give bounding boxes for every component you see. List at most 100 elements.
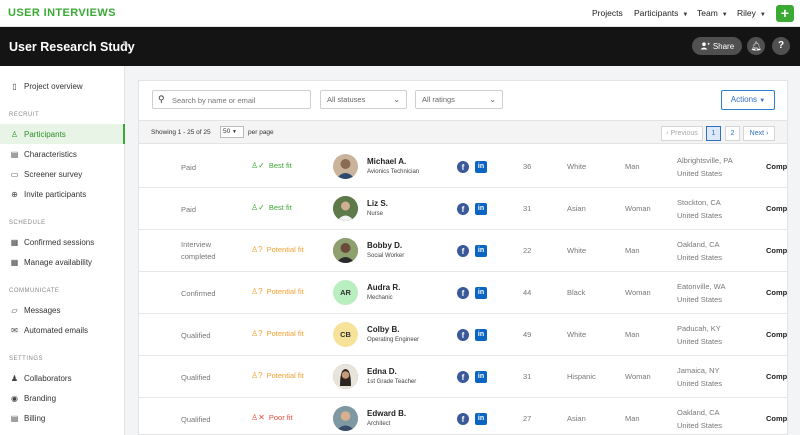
sidebar-item-messages[interactable]: ▱ Messages [0,300,125,320]
facebook-icon[interactable]: f [457,329,469,341]
sidebar-item-collaborators[interactable]: ♟ Collaborators [0,368,125,388]
previous-page-button[interactable]: ‹ Previous [661,126,703,141]
person-photo-icon [336,159,355,179]
help-button[interactable]: ? [772,37,790,55]
race: Asian [567,414,586,423]
sidebar-item-overview[interactable]: ▯ Project overview [0,76,125,96]
sidebar-section-communicate: COMMUNICATE [9,288,60,294]
fit-label: Potential fit [266,329,304,338]
facebook-icon[interactable]: f [457,203,469,215]
ratings-filter[interactable]: All ratings ⌄ [415,90,503,109]
linkedin-icon[interactable]: in [475,287,487,299]
avatar[interactable] [333,196,358,221]
linkedin-icon[interactable]: in [475,329,487,341]
city: Oakland, CA [677,408,720,417]
linkedin-icon[interactable]: in [475,245,487,257]
status-text: Paid [181,163,197,172]
table-row[interactable]: Paid ♙✓ Best fit Liz S. Nurse f in 31 Asi… [139,188,788,230]
chevron-down-icon: ▼ [759,12,766,18]
caret-down-icon: ▼ [759,98,766,104]
search-input[interactable] [172,93,307,107]
facebook-icon[interactable]: f [457,161,469,173]
linkedin-icon[interactable]: in [475,203,487,215]
avatar[interactable]: CB [333,322,358,347]
fit-rating[interactable]: ♙✕ Poor fit [251,413,293,422]
participant-name[interactable]: Michael A. [367,157,406,166]
app-logo[interactable]: USER INTERVIEWS [8,7,116,19]
sidebar-item-availability[interactable]: ▦ Manage availability [0,252,125,272]
nav-user-menu[interactable]: Riley ▼ [737,8,766,18]
fit-rating[interactable]: ♙? Potential fit [251,245,304,254]
add-button[interactable]: + [776,5,794,22]
fit-rating[interactable]: ♙? Potential fit [251,329,304,338]
location: Oakland, CA United States [677,406,722,432]
fit-rating[interactable]: ♙? Potential fit [251,287,304,296]
avatar[interactable] [333,154,358,179]
sidebar-item-automated-emails[interactable]: ✉ Automated emails [0,320,125,340]
table-row[interactable]: Paid ♙✓ Best fit Michael A. Avionics Tech… [139,146,787,188]
pencil-icon[interactable]: ✎ [122,40,130,51]
table-row[interactable]: Interview completed ♙? Potential fit Bobb… [139,230,788,272]
status-text: Qualified [181,415,211,424]
participant-name[interactable]: Colby B. [367,325,399,334]
sidebar-item-branding[interactable]: ◉ Branding [0,388,125,408]
table-row[interactable]: Qualified ♙✕ Poor fit Edward B. Architect… [139,398,787,434]
avatar[interactable] [333,406,358,431]
participant-name[interactable]: Liz S. [367,199,388,208]
sidebar-item-billing[interactable]: ▤ Billing [0,408,125,428]
nav-team[interactable]: Team ▼ [697,8,728,18]
participant-title: Social Worker [367,253,405,259]
next-page-button[interactable]: Next › [743,126,775,141]
avatar[interactable]: AR [333,280,358,305]
compensation: Comp [766,204,788,213]
person-photo-icon [333,196,358,221]
city: Paducah, KY [677,324,721,333]
status-filter[interactable]: All statuses ⌄ [320,90,407,109]
facebook-icon[interactable]: f [457,371,469,383]
participant-name[interactable]: Audra R. [367,283,400,292]
share-button[interactable]: Share [692,37,742,55]
status-text: Interview completed [181,240,216,261]
avatar[interactable] [333,364,358,389]
location: Paducah, KY United States [677,322,722,348]
sidebar-item-invite[interactable]: ⊕ Invite participants [0,184,125,204]
table-row[interactable]: Qualified ♙? Potential fit CB Colby B. Op… [139,314,787,356]
facebook-icon[interactable]: f [457,413,469,425]
page-1-button[interactable]: 1 [706,126,721,141]
table-row[interactable]: Qualified ♙? Potential fit Edna D. 1st Gr… [139,356,787,398]
participant-name[interactable]: Bobby D. [367,241,402,250]
participant-name[interactable]: Edward B. [367,409,406,418]
sidebar-item-label: Messages [24,305,61,315]
participant-title: Mechanic [367,295,393,301]
location: Eatonville, WA United States [677,280,726,306]
fit-rating[interactable]: ♙? Potential fit [251,371,304,380]
linkedin-icon[interactable]: in [475,413,487,425]
linkedin-icon[interactable]: in [475,371,487,383]
person-icon: ♙ [10,129,19,139]
chevron-down-icon: ▼ [232,129,237,135]
sidebar-item-characteristics[interactable]: ▤ Characteristics [0,144,125,164]
fit-rating[interactable]: ♙✓ Best fit [251,203,292,212]
compensation: Comp [766,246,788,255]
facebook-icon[interactable]: f [457,245,469,257]
facebook-icon[interactable]: f [457,287,469,299]
nav-participants[interactable]: Participants ▼ [634,8,688,18]
sidebar-item-confirmed-sessions[interactable]: ▦ Confirmed sessions [0,232,125,252]
sidebar-item-participants[interactable]: ♙ Participants [0,124,125,144]
actions-button[interactable]: Actions ▼ [721,90,775,110]
participant-name[interactable]: Edna D. [367,367,397,376]
sidebar-item-screener[interactable]: ▭ Screener survey [0,164,125,184]
per-page-select[interactable]: 50 ▼ [220,126,244,138]
nav-projects[interactable]: Projects [592,8,623,18]
fit-rating[interactable]: ♙✓ Best fit [251,161,292,170]
linkedin-icon[interactable]: in [475,161,487,173]
search-box[interactable]: ⚲ [152,90,311,109]
pagination-bar: Showing 1 - 25 of 25 50 ▼ per page ‹ Pre… [139,120,787,144]
person-question-icon: ♙? [251,287,263,296]
sidebar-item-label: Branding [24,393,57,403]
search-icon: ⚲ [158,94,165,104]
table-row[interactable]: Confirmed ♙? Potential fit AR Audra R. Me… [139,272,787,314]
avatar[interactable] [333,238,358,263]
bell-icon[interactable]: 🔔︎ [747,37,765,55]
page-2-button[interactable]: 2 [725,126,740,141]
